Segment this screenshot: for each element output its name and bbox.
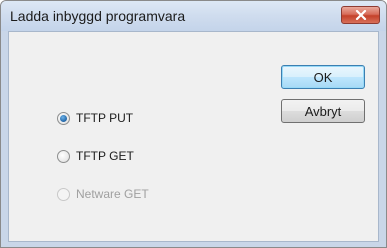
cancel-button[interactable]: Avbryt: [281, 99, 365, 123]
radio-label: TFTP GET: [76, 149, 134, 163]
radio-label: Netware GET: [76, 187, 149, 201]
radio-button-disabled: [57, 187, 70, 201]
dialog-window: Ladda inbyggd programvara OK Avbryt TFTP…: [0, 0, 387, 248]
radio-label: TFTP PUT: [76, 111, 134, 125]
title-bar[interactable]: Ladda inbyggd programvara: [1, 1, 386, 31]
ok-button[interactable]: OK: [281, 65, 365, 89]
radio-option-netware-get: Netware GET: [57, 187, 149, 201]
radio-button-selected[interactable]: [57, 111, 70, 125]
radio-option-tftp-put[interactable]: TFTP PUT: [57, 111, 133, 125]
window-title: Ladda inbyggd programvara: [10, 8, 186, 24]
radio-button[interactable]: [57, 149, 70, 163]
radio-option-tftp-get[interactable]: TFTP GET: [57, 149, 134, 163]
close-button[interactable]: [341, 6, 380, 24]
dialog-content: OK Avbryt TFTP PUT TFTP GET Netware GET: [8, 31, 379, 242]
close-icon: [355, 10, 367, 20]
